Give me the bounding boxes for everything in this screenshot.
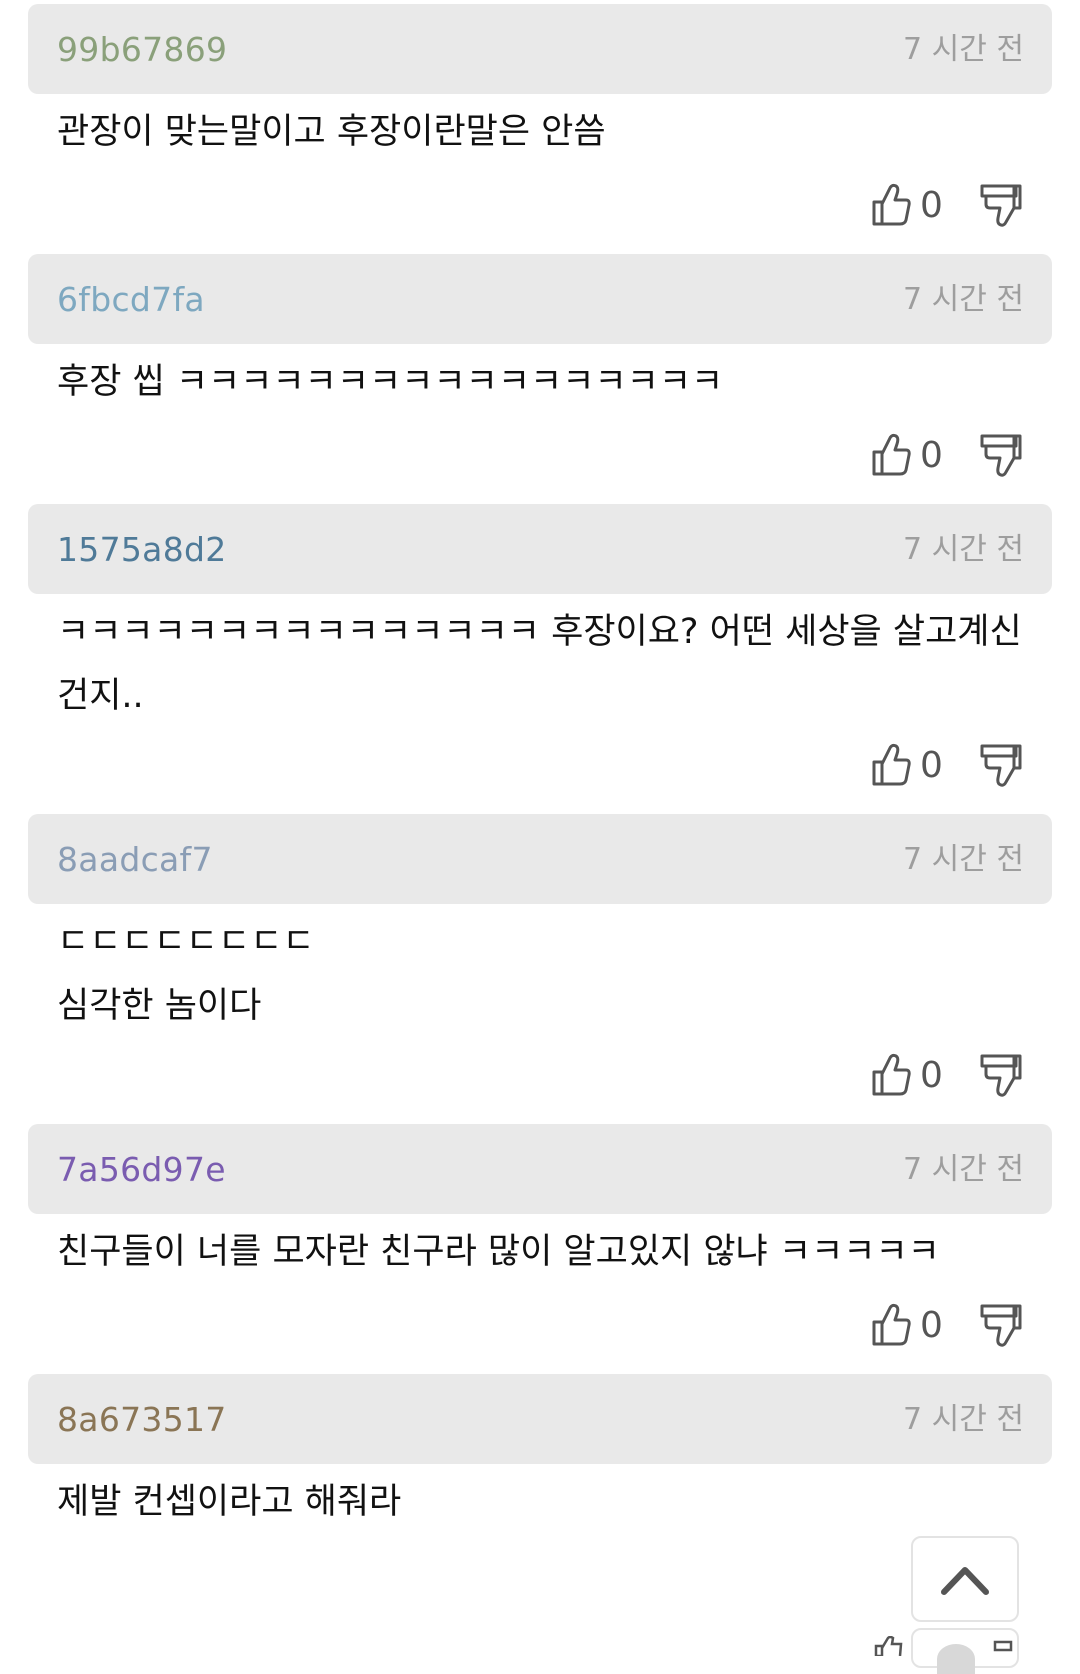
like-count: 0 (920, 184, 943, 226)
comment-text: 후장 씹 ㅋㅋㅋㅋㅋㅋㅋㅋㅋㅋㅋㅋㅋㅋㅋㅋㅋ (57, 362, 724, 402)
comment-text: ㅋㅋㅋㅋㅋㅋㅋㅋㅋㅋㅋㅋㅋㅋㅋ 후장이요? 어떤 세상을 살고계신건지.. (57, 612, 1022, 716)
comment-header: 8aadcaf7 7 시간 전 (28, 814, 1052, 904)
comment-actions: 0 (870, 740, 1022, 790)
comment-actions: 0 (870, 180, 1022, 230)
comment-author[interactable]: 8aadcaf7 (57, 840, 213, 879)
like-count: 0 (920, 434, 943, 476)
thumbs-up-icon[interactable] (870, 742, 912, 788)
thumbs-down-icon[interactable] (980, 182, 1022, 228)
thumbs-down-icon[interactable] (980, 432, 1022, 478)
comment-header: 99b67869 7 시간 전 (28, 4, 1052, 94)
thumbs-down-icon (993, 1640, 1013, 1652)
like-count: 0 (920, 1054, 943, 1096)
thumbs-down-icon[interactable] (980, 1302, 1022, 1348)
comment-author[interactable]: 99b67869 (57, 30, 227, 69)
thumbs-down-icon[interactable] (980, 742, 1022, 788)
thumbs-up-icon[interactable] (870, 432, 912, 478)
comment-header: 8a673517 7 시간 전 (28, 1374, 1052, 1464)
comment-actions: 0 (870, 430, 1022, 480)
comment: 6fbcd7fa 7 시간 전 후장 씹 ㅋㅋㅋㅋㅋㅋㅋㅋㅋㅋㅋㅋㅋㅋㅋㅋㅋ 0 (0, 250, 1080, 500)
comment: 7a56d97e 7 시간 전 친구들이 너를 모자란 친구라 많이 알고있지 … (0, 1120, 1080, 1370)
comment-header: 1575a8d2 7 시간 전 (28, 504, 1052, 594)
comment-timestamp: 7 시간 전 (903, 1152, 1024, 1187)
comment: 1575a8d2 7 시간 전 ㅋㅋㅋㅋㅋㅋㅋㅋㅋㅋㅋㅋㅋㅋㅋ 후장이요? 어떤… (0, 500, 1080, 810)
comment-actions: 0 (870, 1050, 1022, 1100)
avatar-icon (937, 1644, 975, 1674)
comment-text: ㄷㄷㄷㄷㄷㄷㄷㄷ 심각한 놈이다 (57, 922, 315, 1026)
like-count: 0 (920, 744, 943, 786)
comment-author[interactable]: 6fbcd7fa (57, 280, 205, 319)
thumbs-up-icon[interactable] (870, 1302, 912, 1348)
comment: 8aadcaf7 7 시간 전 ㄷㄷㄷㄷㄷㄷㄷㄷ 심각한 놈이다 0 (0, 810, 1080, 1120)
comment-author[interactable]: 7a56d97e (57, 1150, 226, 1189)
comment-author[interactable]: 8a673517 (57, 1400, 227, 1439)
thumbs-up-icon[interactable] (874, 1636, 904, 1656)
like-count: 0 (920, 1304, 943, 1346)
thumbs-up-icon[interactable] (870, 1052, 912, 1098)
thumbs-down-icon[interactable] (980, 1052, 1022, 1098)
scroll-to-top-button[interactable] (911, 1536, 1019, 1622)
comment-actions: 0 (870, 1300, 1022, 1350)
comment-timestamp: 7 시간 전 (903, 1402, 1024, 1437)
comment-text: 관장이 맞는말이고 후장이란말은 안씀 (57, 112, 606, 152)
thumbs-up-icon[interactable] (870, 182, 912, 228)
comment-text: 제발 컨셉이라고 해줘라 (57, 1482, 402, 1522)
chevron-up-icon (941, 1567, 989, 1595)
comment-author[interactable]: 1575a8d2 (57, 530, 227, 569)
comment-timestamp: 7 시간 전 (903, 282, 1024, 317)
comment-timestamp: 7 시간 전 (903, 532, 1024, 567)
comment-header: 7a56d97e 7 시간 전 (28, 1124, 1052, 1214)
comment-header: 6fbcd7fa 7 시간 전 (28, 254, 1052, 344)
floating-widget[interactable] (911, 1628, 1019, 1674)
comment-timestamp: 7 시간 전 (903, 842, 1024, 877)
comment-timestamp: 7 시간 전 (903, 32, 1024, 67)
comment-text: 친구들이 너를 모자란 친구라 많이 알고있지 않냐 ㅋㅋㅋㅋㅋ (57, 1232, 940, 1272)
comment: 99b67869 7 시간 전 관장이 맞는말이고 후장이란말은 안씀 0 (0, 0, 1080, 250)
